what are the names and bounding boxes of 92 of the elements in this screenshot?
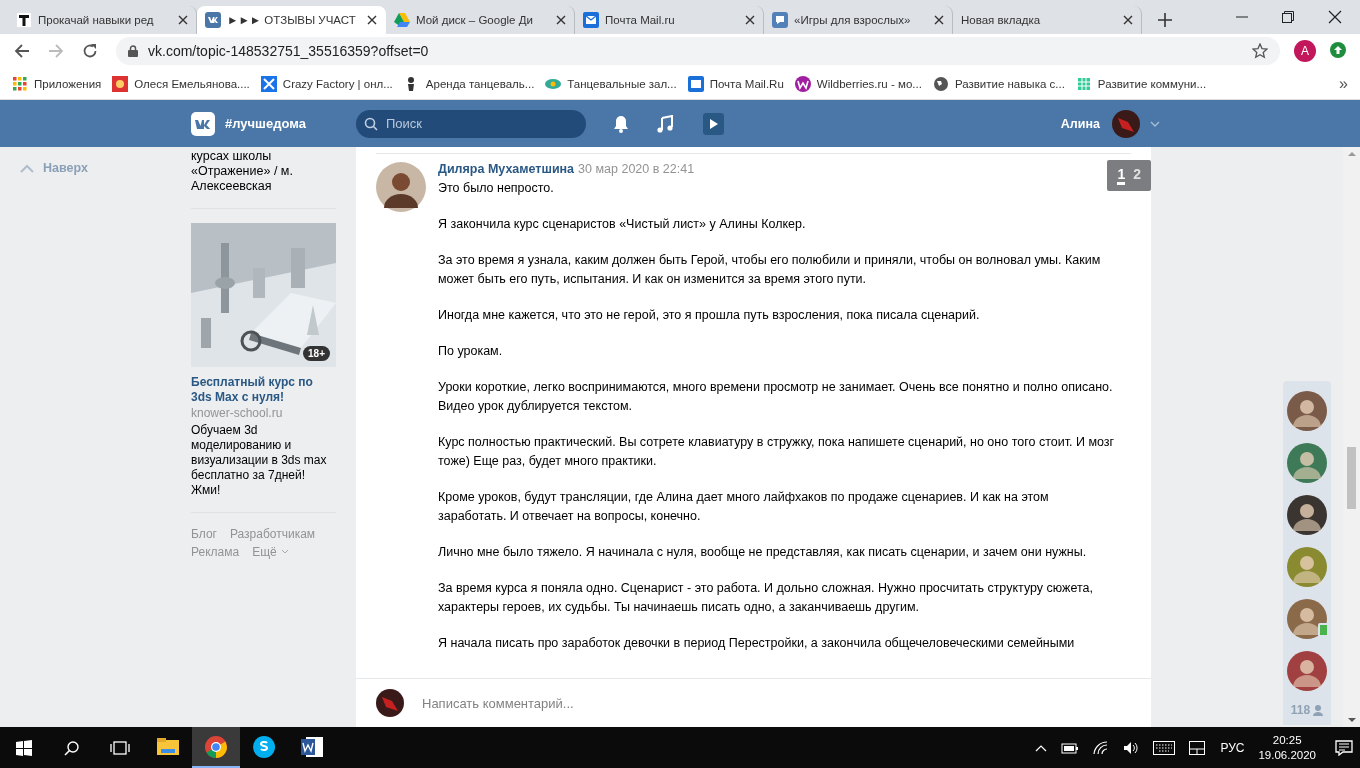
post-paragraph: Уроки короткие, легко воспринимаются, много времени просмотр не занимает. Очень все понятно и полно описано. Видео урок дублируется текстом. — [438, 379, 1114, 415]
scrollbar[interactable] — [1343, 147, 1360, 727]
post-paragraph: За это время я узнала, каким должен быть Герой, чтобы его полюбили и приняли, чтобы он волновал умы. Каким может быть его путь, испытания. И как он изменится за время этого пути. — [438, 252, 1102, 288]
chevron-down-icon — [280, 549, 289, 555]
close-icon[interactable] — [1328, 10, 1342, 24]
clock-time[interactable]: 20:25 — [1272, 732, 1302, 748]
tab-title: Мой диск – Google Ди — [416, 14, 534, 26]
member-avatar[interactable] — [1287, 651, 1327, 691]
close-icon[interactable] — [556, 15, 566, 25]
address-field[interactable]: vk.com/topic-148532751_35516359?offset=0 — [116, 37, 1280, 65]
browser-tab[interactable]: ►►► ОТЗЫВЫ УЧАСТ — [197, 6, 386, 34]
ad-title[interactable]: Бесплатный курс по 3ds Max с нуля! — [191, 375, 336, 405]
author-avatar[interactable] — [376, 162, 426, 212]
lock-icon — [128, 45, 138, 57]
globe-icon — [932, 75, 949, 92]
wifi-icon[interactable] — [1093, 740, 1110, 755]
post-paragraph: Я начала писать про заработок девочки в период Перестройки, а закончила общечеловеческими семейными — [438, 635, 1076, 652]
clock-date[interactable]: 19.06.2020 — [1258, 747, 1316, 763]
comment-field[interactable]: Написать комментарий... — [420, 694, 1024, 712]
language-indicator[interactable]: РУС — [1220, 740, 1245, 755]
close-icon[interactable] — [745, 15, 755, 25]
play-icon[interactable] — [700, 112, 724, 135]
volume-icon[interactable] — [1123, 740, 1140, 755]
apps-grid-icon — [12, 75, 28, 92]
update-icon[interactable] — [1330, 41, 1346, 61]
post-paragraph: Лично мне было тяжело. Я начинала с нуля, вообще не представляя, как писать сценарии, и зачем они нужны. — [438, 544, 1088, 561]
restore-icon[interactable] — [1282, 11, 1294, 23]
post-paragraph: По урокам. — [438, 343, 504, 360]
letter-icon — [794, 75, 811, 92]
person-icon — [1313, 704, 1324, 716]
post-paragraph: Курс полностью практический. Вы сотрете клавиатуру в стружку, пока напишете сценарий, но оно того стоит. И мозг тоже) Еще раз, будет много практики. — [438, 434, 1116, 470]
display-icon[interactable] — [1189, 740, 1206, 755]
grid-icon — [1075, 75, 1092, 92]
tab-title: «Игры для взрослых» — [794, 14, 912, 26]
post-paragraph: Иногда мне кажется, что это не герой, это я прошла путь взросления, пока писала сценарий. — [438, 307, 981, 324]
member-avatar[interactable] — [1287, 391, 1327, 431]
triangle-icon — [394, 13, 410, 27]
profile-avatar[interactable]: A — [1294, 40, 1316, 62]
scroll-to-top-label: Наверх — [43, 161, 88, 175]
back-icon[interactable] — [14, 43, 30, 59]
chat-icon — [772, 12, 788, 28]
notifications-icon[interactable] — [1335, 739, 1353, 756]
tab-title: Почта Mail.ru — [605, 14, 676, 26]
chevron-up-icon[interactable] — [1035, 743, 1048, 752]
user-avatar[interactable] — [1112, 109, 1140, 138]
tab-title: Новая вкладка — [961, 14, 1042, 26]
bookmark[interactable]: Почта Mail.Ru — [687, 75, 784, 92]
tab-title: Прокачай навыки ред — [38, 14, 155, 26]
chrome-icon[interactable] — [192, 727, 240, 768]
author-name[interactable]: Диляра Мухаметшина — [438, 162, 575, 177]
close-icon[interactable] — [934, 15, 944, 25]
bookmark[interactable]: Wildberries.ru - мо... — [794, 75, 922, 92]
bell-icon[interactable] — [612, 114, 630, 133]
bookmark[interactable]: Олеся Емельянова.... — [112, 75, 250, 92]
bookmark[interactable]: Развитие коммуни... — [1075, 75, 1207, 92]
bookmark[interactable]: Аренда танцеваль... — [403, 75, 535, 92]
vk-icon — [205, 12, 221, 28]
keyboard-icon[interactable] — [1153, 740, 1176, 755]
close-icon[interactable] — [1123, 15, 1133, 25]
reload-icon[interactable] — [82, 43, 98, 59]
hashtag-link[interactable]: #лучшедома — [225, 116, 306, 131]
bookmark[interactable]: Развитие навыка с... — [932, 75, 1065, 92]
cross-icon — [260, 75, 277, 92]
letter-icon — [16, 13, 32, 27]
ad-description: Обучаем 3d моделированию и визуализации в 3ds max бесплатно за 7дней! Жми! — [191, 423, 328, 498]
chevron-up-icon — [20, 163, 34, 173]
star-icon[interactable] — [1252, 43, 1268, 59]
user-avatar — [376, 689, 404, 717]
member-avatar[interactable] — [1287, 495, 1327, 535]
bookmark[interactable]: Танцевальные зал... — [545, 75, 677, 92]
ad-description: курсах школы «Отражение» / м. Алексеевская — [191, 149, 294, 194]
search-field[interactable]: Поиск — [356, 109, 586, 138]
tab-title: ►►► ОТЗЫВЫ УЧАСТ — [227, 14, 357, 26]
close-icon[interactable] — [178, 15, 188, 25]
scrollbar-thumb[interactable] — [1347, 447, 1356, 509]
new-tab-icon[interactable] — [1158, 13, 1172, 27]
post-paragraph: Кроме уроков, будут трансляции, где Алина дает много лайфхаков по продаже сценариев. И как на этом заработать. И отвечает на вопросы, конечно. — [438, 489, 1050, 525]
search-icon — [364, 116, 378, 131]
battery-icon[interactable] — [1061, 741, 1080, 754]
bookmark[interactable]: Crazy Factory | онл... — [260, 75, 393, 92]
close-icon[interactable] — [367, 15, 377, 25]
page-number[interactable]: 1 — [1117, 166, 1126, 185]
user-name[interactable]: Алина — [1060, 116, 1100, 131]
bookmark[interactable]: Приложения — [12, 75, 102, 92]
search-input[interactable]: Поиск — [384, 115, 568, 132]
scroll-down-icon[interactable] — [1347, 717, 1356, 723]
vk-logo-icon[interactable] — [191, 111, 215, 136]
post-paragraph: Я закончила курс сценаристов «Чистый лист» у Алины Колкер. — [438, 216, 807, 233]
post-paragraph: Это было непросто. — [438, 180, 555, 197]
music-note-icon[interactable] — [656, 114, 674, 133]
post-paragraph: За время курса я поняла одно. Сценарист - это работа. И дольно сложная. Нужно просчитать структуру сюжета, характеры героев, их судьбы. Ты начинаешь писать одно, а заканчиваешь другим. — [438, 580, 1094, 616]
more-bookmarks[interactable]: » — [1339, 74, 1348, 93]
